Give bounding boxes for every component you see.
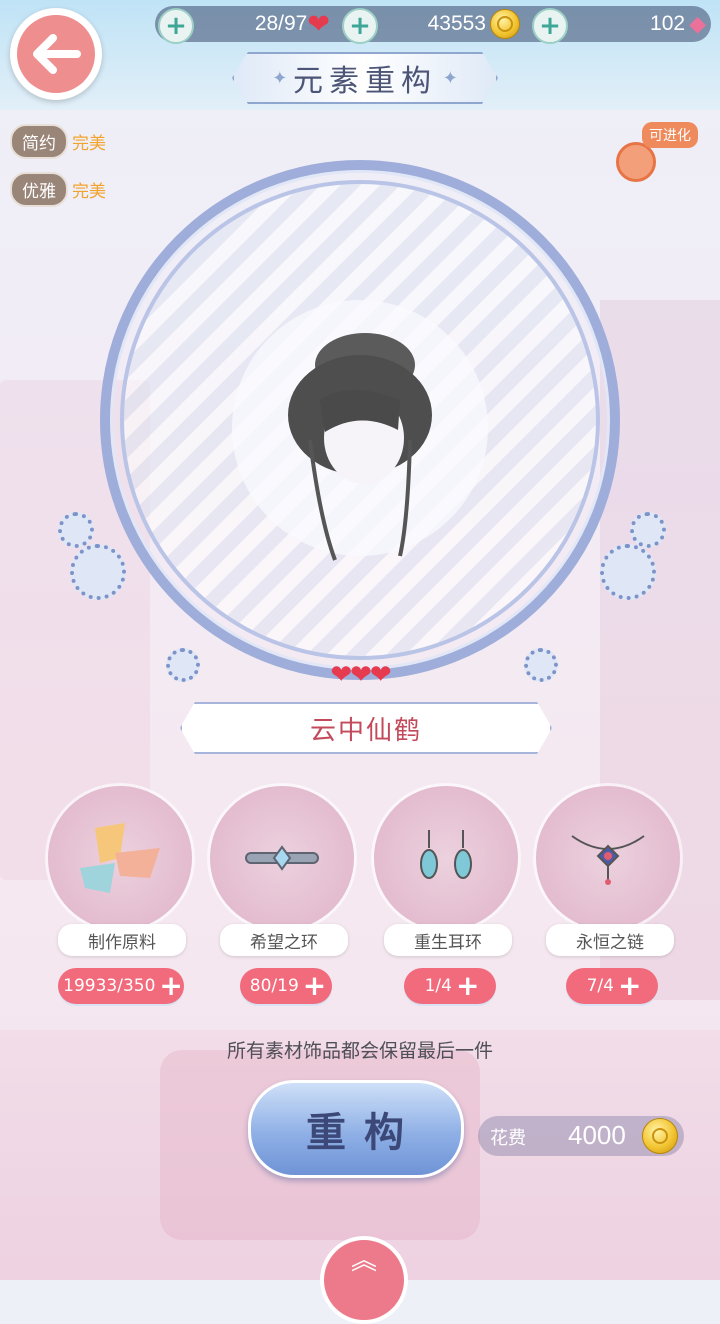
- item-name-plate: 云中仙鹤: [180, 702, 552, 754]
- material-slot-necklace[interactable]: 永恒之链 7/4 +: [536, 786, 682, 1004]
- material-slot-earrings[interactable]: 重生耳环 1/4 +: [374, 786, 520, 1004]
- cost-display: 花费 4000: [478, 1116, 684, 1156]
- evolve-label: 可进化: [642, 122, 698, 148]
- material-count: 1/4: [424, 976, 452, 996]
- style-tag-label: 简约: [10, 124, 68, 159]
- plus-icon: +: [159, 969, 183, 1002]
- style-tag-elegant: 优雅 完美: [10, 172, 106, 207]
- heart-icon: ❤: [307, 8, 330, 40]
- material-count-button[interactable]: 19933/350 +: [58, 968, 184, 1004]
- ring-icon: [245, 845, 319, 871]
- material-count-button[interactable]: 1/4 +: [404, 968, 496, 1004]
- back-button[interactable]: [10, 8, 102, 100]
- cost-value: 4000: [568, 1120, 626, 1150]
- style-tag-value: 完美: [72, 182, 106, 202]
- gear-icon: [70, 544, 126, 600]
- rarity-hearts: ❤❤❤: [330, 660, 391, 690]
- gear-icon: [58, 512, 94, 548]
- material-count: 7/4: [586, 976, 614, 996]
- diamond-icon: ◆: [689, 11, 706, 37]
- gold-coin-icon: [490, 9, 520, 39]
- material-slot-ring[interactable]: 希望之环 80/19 +: [210, 786, 356, 1004]
- material-count: 19933/350: [63, 976, 156, 996]
- page-title-banner: ✦ 元素重构 ✦: [232, 52, 498, 104]
- item-name: 云中仙鹤: [309, 715, 422, 746]
- page-title: 元素重构: [293, 64, 437, 99]
- plus-icon: +: [302, 969, 327, 1002]
- style-tag-value: 完美: [72, 134, 106, 154]
- yarn-spool-icon: [616, 142, 656, 182]
- gear-icon: [630, 512, 666, 548]
- diamond-display: 102 ◆: [574, 8, 706, 40]
- gold-coin-icon: [642, 1118, 678, 1154]
- hairstyle-bun-icon: [288, 333, 432, 561]
- add-diamond-button[interactable]: +: [532, 8, 568, 44]
- stamina-value: 28/97: [254, 12, 308, 35]
- stamina-display: 28/97 ❤: [200, 8, 330, 40]
- notice-text: 所有素材饰品都会保留最后一件: [226, 1040, 493, 1062]
- star-icon: ✦: [272, 67, 293, 89]
- gold-value: 43553: [427, 12, 486, 35]
- material-icon-frame: [48, 786, 192, 930]
- material-slot-fabric[interactable]: 制作原料 19933/350 +: [48, 786, 194, 1004]
- rebuild-button-label: 重构: [306, 1109, 422, 1156]
- back-arrow-icon: [17, 15, 95, 93]
- diamond-value: 102: [650, 12, 686, 35]
- material-count-button[interactable]: 7/4 +: [566, 968, 658, 1004]
- chevron-up-icon: ︽: [350, 1246, 377, 1276]
- star-icon: ✦: [437, 67, 458, 89]
- gear-icon: [524, 648, 558, 682]
- gear-icon: [600, 544, 656, 600]
- material-count-button[interactable]: 80/19 +: [240, 968, 332, 1004]
- material-count: 80/19: [249, 976, 299, 996]
- material-name: 制作原料: [58, 924, 186, 956]
- plus-icon: +: [617, 969, 642, 1002]
- style-tag-simple: 简约 完美: [10, 124, 106, 159]
- necklace-icon: [571, 835, 645, 885]
- fabric-scraps-icon: [80, 823, 160, 893]
- material-icon-frame: [536, 786, 680, 930]
- add-gold-button[interactable]: +: [342, 8, 378, 44]
- gold-display: 43553: [384, 8, 520, 40]
- material-icon-frame: [374, 786, 518, 930]
- material-icon-frame: [210, 786, 354, 930]
- expand-menu-button[interactable]: ︽: [320, 1236, 408, 1324]
- material-name: 重生耳环: [384, 924, 512, 956]
- earrings-icon: [420, 830, 472, 879]
- plus-icon: +: [455, 969, 480, 1002]
- material-name: 希望之环: [220, 924, 348, 956]
- material-name: 永恒之链: [546, 924, 674, 956]
- evolve-badge[interactable]: 可进化: [612, 118, 712, 188]
- add-stamina-button[interactable]: +: [158, 8, 194, 44]
- rebuild-button[interactable]: 重构: [248, 1080, 464, 1178]
- style-tag-label: 优雅: [10, 172, 68, 207]
- gear-icon: [166, 648, 200, 682]
- cost-label: 花费: [490, 1128, 526, 1149]
